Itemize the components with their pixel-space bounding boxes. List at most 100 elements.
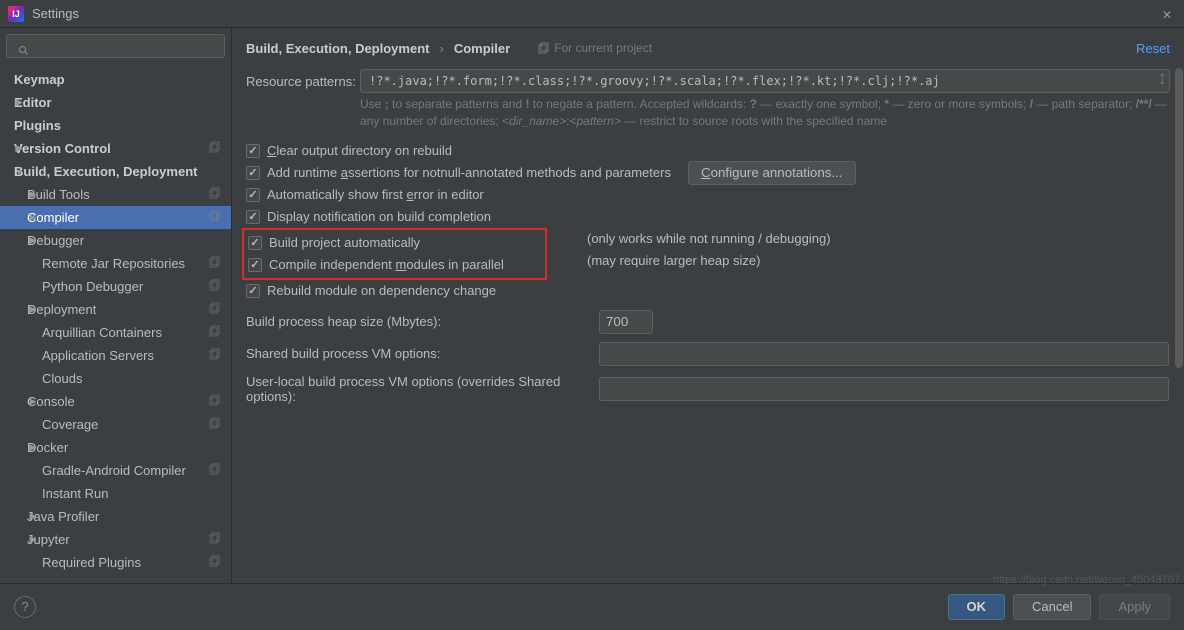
shared-vm-label: Shared build process VM options:	[246, 346, 591, 361]
copy-icon	[538, 42, 550, 54]
rebuild-dep-label: Rebuild module on dependency change	[267, 283, 496, 298]
sidebar-item-instant-run[interactable]: Instant Run	[0, 482, 231, 505]
cancel-button[interactable]: Cancel	[1013, 594, 1091, 620]
configure-annotations-button[interactable]: Configure annotations...	[688, 161, 856, 185]
copy-icon	[209, 555, 221, 567]
auto-error-label: Automatically show first error in editor	[267, 187, 484, 202]
breadcrumb-root: Build, Execution, Deployment	[246, 41, 429, 56]
sidebar-item-gradle-android-compiler[interactable]: Gradle-Android Compiler	[0, 459, 231, 482]
sidebar-item-build-tools[interactable]: ▶Build Tools	[0, 183, 231, 206]
settings-tree: Keymap▶EditorPlugins▶Version Control▼Bui…	[0, 64, 231, 583]
sidebar-item-docker[interactable]: ▶Docker	[0, 436, 231, 459]
tree-arrow-icon: ▶	[14, 97, 24, 108]
clear-output-label: Clear output directory on rebuild	[267, 143, 452, 158]
sidebar-item-label: Instant Run	[42, 486, 109, 501]
local-vm-label: User-local build process VM options (ove…	[246, 374, 591, 404]
sidebar-item-label: Clouds	[42, 371, 82, 386]
sidebar-item-label: Python Debugger	[42, 279, 143, 294]
resource-patterns-label: Resource patterns:	[246, 74, 360, 89]
scrollbar[interactable]	[1174, 28, 1184, 583]
sidebar-item-application-servers[interactable]: Application Servers	[0, 344, 231, 367]
window-title: Settings	[32, 6, 79, 21]
copy-icon	[209, 325, 221, 337]
close-icon[interactable]	[1162, 7, 1176, 21]
breadcrumb-leaf: Compiler	[454, 41, 510, 56]
heap-input[interactable]	[599, 310, 653, 334]
build-auto-checkbox[interactable]	[248, 236, 262, 250]
local-vm-input[interactable]	[599, 377, 1169, 401]
copy-icon	[209, 532, 221, 544]
tree-arrow-icon: ▶	[28, 189, 38, 200]
copy-icon	[209, 417, 221, 429]
parallel-checkbox[interactable]	[248, 258, 262, 272]
shared-vm-input[interactable]	[599, 342, 1169, 366]
notify-checkbox[interactable]	[246, 210, 260, 224]
tree-arrow-icon: ▶	[28, 212, 38, 223]
sidebar-item-build-execution-deployment[interactable]: ▼Build, Execution, Deployment	[0, 160, 231, 183]
build-auto-hint: (only works while not running / debuggin…	[587, 231, 831, 246]
copy-icon	[209, 463, 221, 475]
sidebar-item-label: Version Control	[14, 141, 111, 156]
build-auto-label: Build project automatically	[269, 235, 420, 250]
help-button[interactable]: ?	[14, 596, 36, 618]
app-icon: IJ	[8, 6, 24, 22]
search-icon	[18, 45, 30, 57]
breadcrumb: Build, Execution, Deployment › Compiler …	[246, 28, 1170, 68]
sidebar-item-keymap[interactable]: Keymap	[0, 68, 231, 91]
parallel-hint: (may require larger heap size)	[587, 253, 760, 268]
sidebar-item-plugins[interactable]: Plugins	[0, 114, 231, 137]
search-input[interactable]	[6, 34, 225, 58]
sidebar-item-deployment[interactable]: ▶Deployment	[0, 298, 231, 321]
sidebar-item-label: Gradle-Android Compiler	[42, 463, 186, 478]
footer: ? OK Cancel Apply	[0, 583, 1184, 629]
copy-icon	[209, 302, 221, 314]
copy-icon	[209, 279, 221, 291]
sidebar-item-editor[interactable]: ▶Editor	[0, 91, 231, 114]
patterns-help-text: Use ; to separate patterns and ! to nega…	[360, 96, 1170, 130]
copy-icon	[209, 348, 221, 360]
sidebar-item-label: Application Servers	[42, 348, 154, 363]
sidebar-item-required-plugins[interactable]: Required Plugins	[0, 551, 231, 574]
add-assertions-checkbox[interactable]	[246, 166, 260, 180]
sidebar-item-compiler[interactable]: ▶Compiler	[0, 206, 231, 229]
sidebar-item-label: Remote Jar Repositories	[42, 256, 185, 271]
sidebar: Keymap▶EditorPlugins▶Version Control▼Bui…	[0, 28, 232, 583]
sidebar-item-label: Build, Execution, Deployment	[14, 164, 197, 179]
copy-icon	[209, 210, 221, 222]
copy-icon	[209, 256, 221, 268]
tree-arrow-icon: ▼	[14, 167, 24, 177]
sidebar-item-java-profiler[interactable]: ▶Java Profiler	[0, 505, 231, 528]
sidebar-item-jupyter[interactable]: ▶Jupyter	[0, 528, 231, 551]
sidebar-item-arquillian-containers[interactable]: Arquillian Containers	[0, 321, 231, 344]
sidebar-item-remote-jar-repositories[interactable]: Remote Jar Repositories	[0, 252, 231, 275]
copy-icon	[209, 394, 221, 406]
content-panel: Build, Execution, Deployment › Compiler …	[232, 28, 1184, 583]
clear-output-checkbox[interactable]	[246, 144, 260, 158]
sidebar-item-python-debugger[interactable]: Python Debugger	[0, 275, 231, 298]
resource-patterns-input[interactable]: !?*.java;!?*.form;!?*.class;!?*.groovy;!…	[360, 69, 1170, 93]
sidebar-item-coverage[interactable]: Coverage	[0, 413, 231, 436]
ok-button[interactable]: OK	[948, 594, 1006, 620]
highlighted-options: Build project automatically Compile inde…	[242, 228, 547, 280]
sidebar-item-version-control[interactable]: ▶Version Control	[0, 137, 231, 160]
reset-link[interactable]: Reset	[1136, 41, 1170, 56]
sidebar-item-label: Required Plugins	[42, 555, 141, 570]
rebuild-dep-checkbox[interactable]	[246, 284, 260, 298]
tree-arrow-icon: ▶	[28, 442, 38, 453]
apply-button[interactable]: Apply	[1099, 594, 1170, 620]
titlebar: IJ Settings	[0, 0, 1184, 28]
chevron-right-icon: ›	[439, 41, 443, 56]
sidebar-item-clouds[interactable]: Clouds	[0, 367, 231, 390]
watermark: https://blog.csdn.net/weixin_45043707	[993, 574, 1180, 586]
notify-label: Display notification on build completion	[267, 209, 491, 224]
auto-error-checkbox[interactable]	[246, 188, 260, 202]
sidebar-item-console[interactable]: ▶Console	[0, 390, 231, 413]
sidebar-item-label: Coverage	[42, 417, 98, 432]
tree-arrow-icon: ▶	[28, 304, 38, 315]
tree-arrow-icon: ▶	[28, 235, 38, 246]
tree-arrow-icon: ▶	[28, 396, 38, 407]
heap-label: Build process heap size (Mbytes):	[246, 314, 591, 329]
sidebar-item-label: Plugins	[14, 118, 61, 133]
sidebar-item-debugger[interactable]: ▶Debugger	[0, 229, 231, 252]
add-assertions-label: Add runtime assertions for notnull-annot…	[267, 165, 671, 180]
